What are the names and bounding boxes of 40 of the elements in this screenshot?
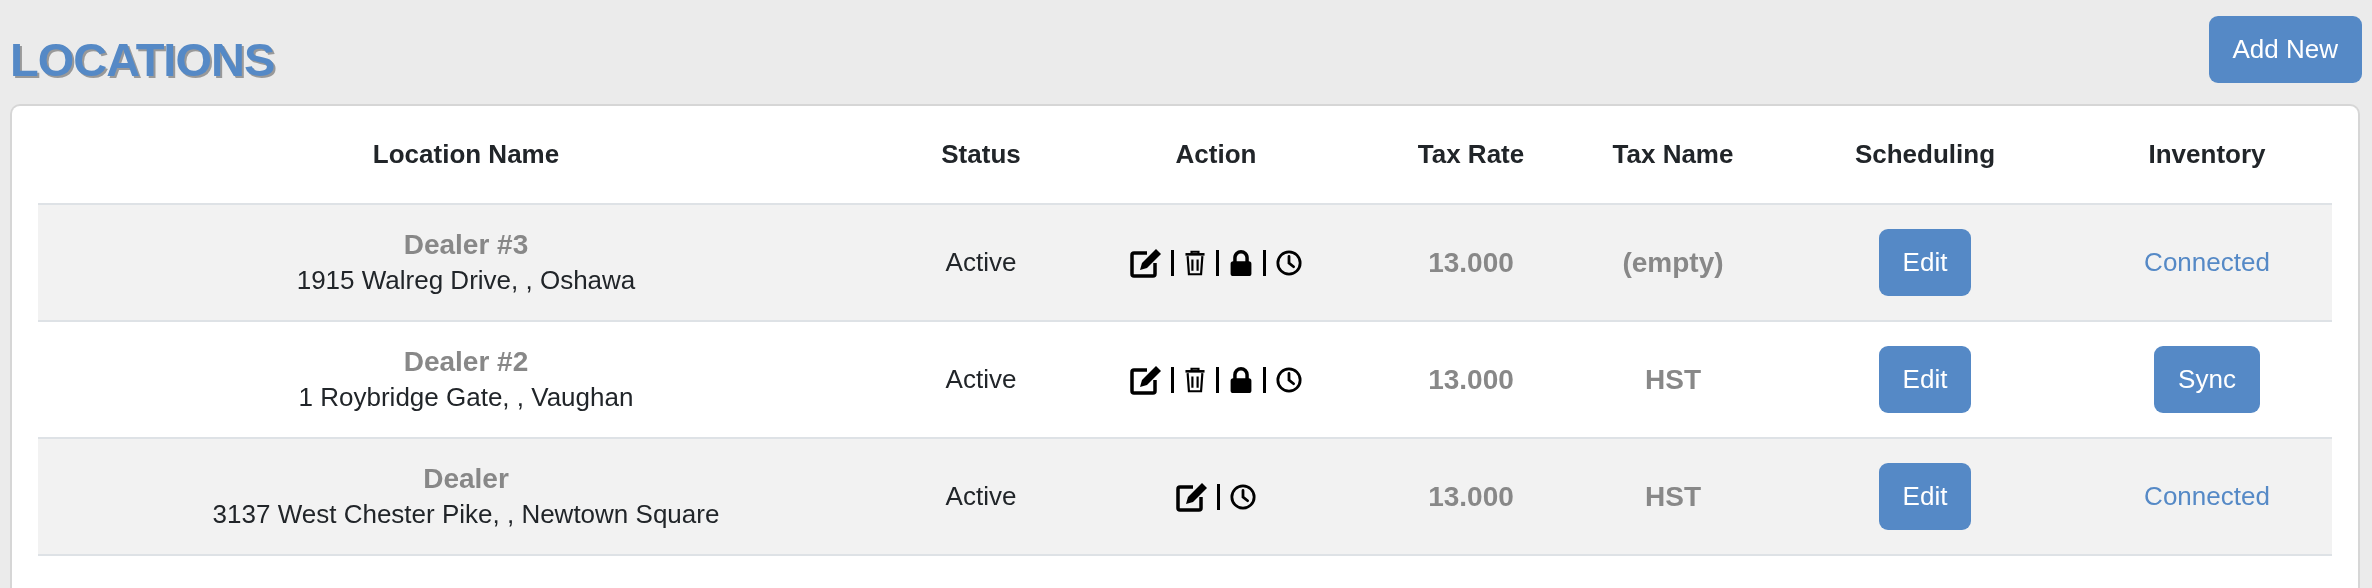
lock-icon[interactable] <box>1215 249 1254 276</box>
column-header: Status <box>940 139 1022 170</box>
location-name: Dealer #3 <box>403 229 529 261</box>
tax-rate: 13.000 <box>1428 480 1514 513</box>
edit-icon[interactable] <box>1129 247 1162 278</box>
column-header: Scheduling <box>1853 139 1997 170</box>
location-name: Dealer #2 <box>403 346 529 378</box>
page-title: LOCATIONS <box>10 36 275 83</box>
column-header: Location Name <box>371 139 561 170</box>
clock-icon[interactable] <box>1262 249 1303 276</box>
status-text: Active <box>945 364 1017 395</box>
tax-rate: 13.000 <box>1428 246 1514 279</box>
edit-icon[interactable] <box>1129 364 1162 395</box>
column-header: Inventory <box>2147 139 2267 170</box>
status-text: Active <box>945 247 1017 278</box>
scheduling-edit-button[interactable]: Edit <box>1878 229 1972 296</box>
edit-icon[interactable] <box>1175 481 1208 512</box>
connected-link[interactable]: Connected <box>2144 481 2270 512</box>
column-header: Action <box>1174 139 1258 170</box>
trash-icon[interactable] <box>1170 366 1207 393</box>
location-address: 3137 West Chester Pike, , Newtown Square <box>212 499 720 530</box>
add-new-button[interactable]: Add New <box>2208 16 2362 83</box>
column-header: Tax Name <box>1611 139 1735 170</box>
scheduling-edit-button[interactable]: Edit <box>1878 346 1972 413</box>
clock-icon[interactable] <box>1216 483 1257 510</box>
tax-name: HST <box>1645 480 1701 513</box>
location-name: Dealer <box>423 463 509 495</box>
tax-name: HST <box>1645 363 1701 396</box>
tax-rate: 13.000 <box>1428 363 1514 396</box>
connected-link[interactable]: Connected <box>2144 247 2270 278</box>
lock-icon[interactable] <box>1215 366 1254 393</box>
location-address: 1915 Walreg Drive, , Oshawa <box>296 265 636 296</box>
location-address: 1 Roybridge Gate, , Vaughan <box>298 382 634 413</box>
clock-icon[interactable] <box>1262 366 1303 393</box>
tax-name: (empty) <box>1622 246 1724 279</box>
status-text: Active <box>945 481 1017 512</box>
sync-button[interactable]: Sync <box>2154 346 2260 413</box>
column-header: Tax Rate <box>1416 139 1526 170</box>
scheduling-edit-button[interactable]: Edit <box>1878 463 1972 530</box>
trash-icon[interactable] <box>1170 249 1207 276</box>
